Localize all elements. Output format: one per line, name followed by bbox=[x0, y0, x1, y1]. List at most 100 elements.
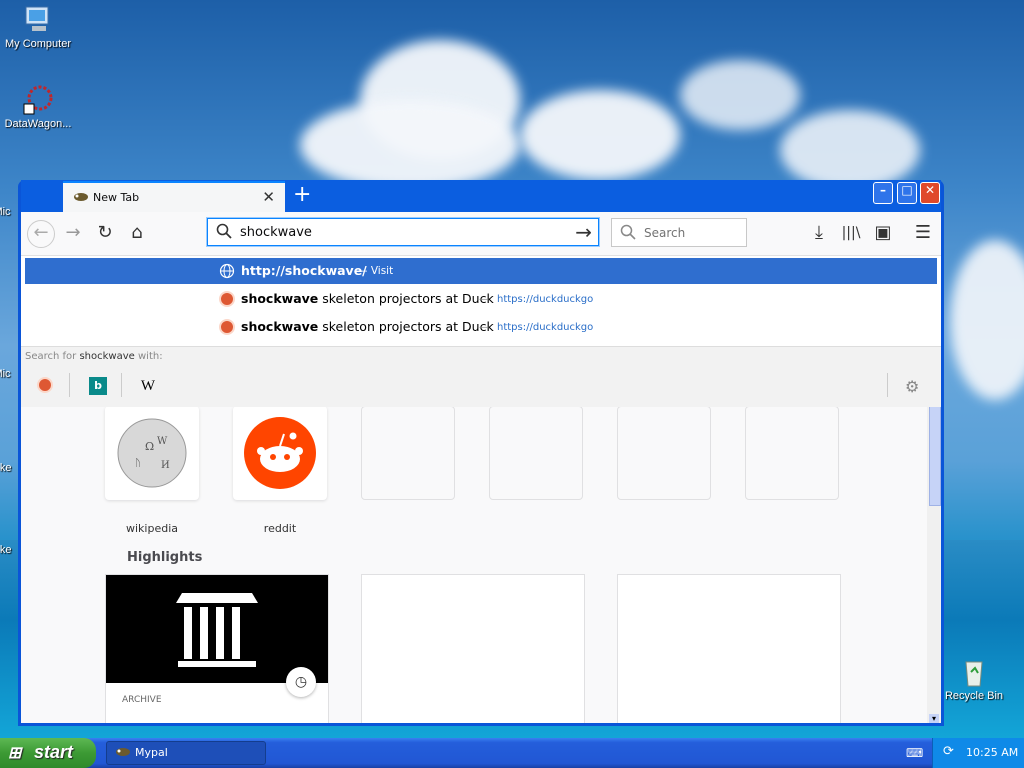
cloud bbox=[300, 100, 520, 190]
top-site-wikipedia[interactable]: ΩW ᚢ И bbox=[105, 406, 199, 500]
highlight-card-empty bbox=[617, 574, 841, 723]
app-icon bbox=[0, 172, 18, 204]
cloud bbox=[780, 110, 920, 190]
forward-icon[interactable]: → bbox=[61, 222, 85, 246]
separator bbox=[69, 373, 70, 397]
duckduckgo-icon bbox=[219, 291, 235, 307]
highlight-card-empty bbox=[361, 574, 585, 723]
maximize-button[interactable]: □ bbox=[897, 182, 917, 204]
wikipedia-icon[interactable]: W bbox=[139, 377, 157, 395]
autocomplete-row-visit[interactable]: http://shockwave/ — Visit bbox=[25, 258, 937, 284]
autocomplete-title: shockwave skeleton projectors at Duck bbox=[241, 291, 494, 306]
cloud bbox=[680, 60, 800, 130]
windows-logo-icon: ⊞ bbox=[8, 745, 22, 762]
recycle-bin-icon bbox=[958, 656, 990, 688]
taskbar: ⊞ start Mypal ⌨ ⟳ 10:25 AM bbox=[0, 738, 1024, 768]
back-icon[interactable]: ← bbox=[27, 220, 55, 248]
scrollbar-thumb[interactable] bbox=[929, 406, 941, 506]
tab-title: New Tab bbox=[93, 191, 140, 204]
browser-content: ← → ↻ ⌂ shockwave → Search ⤓ |||\ ▣ ☰ ht… bbox=[21, 212, 941, 723]
autocomplete-result-url: https://duckduckgo bbox=[497, 322, 594, 333]
search-icon bbox=[620, 224, 636, 243]
browser-window: New Tab ✕ + – □ ✕ ← → ↻ ⌂ shockwave → Se… bbox=[18, 180, 944, 726]
desktop-icon-recycle-bin[interactable]: Recycle Bin bbox=[934, 656, 1014, 702]
download-icon[interactable]: ⤓ bbox=[807, 222, 831, 246]
autocomplete-row-search-2[interactable]: shockwave skeleton projectors at Duck — … bbox=[25, 314, 937, 340]
url-autocomplete-popup: http://shockwave/ — Visit shockwave skel… bbox=[21, 256, 941, 407]
library-icon[interactable]: |||\ bbox=[839, 222, 863, 246]
tab-bar: New Tab ✕ + – □ ✕ bbox=[21, 180, 941, 212]
minimize-button[interactable]: – bbox=[873, 182, 893, 204]
autocomplete-url: http://shockwave/ bbox=[241, 263, 367, 278]
top-site-empty bbox=[361, 406, 455, 500]
duckduckgo-icon[interactable] bbox=[37, 377, 53, 393]
new-tab-plus-icon[interactable]: + bbox=[293, 182, 311, 207]
scrollbar[interactable]: ▾ bbox=[927, 406, 941, 723]
url-bar[interactable]: shockwave → bbox=[207, 218, 599, 246]
bing-icon[interactable]: b bbox=[89, 377, 107, 395]
close-window-button[interactable]: ✕ bbox=[920, 182, 940, 204]
app-icon bbox=[0, 428, 18, 460]
gear-icon[interactable]: ⚙ bbox=[905, 377, 923, 396]
duckduckgo-icon bbox=[219, 319, 235, 335]
app-icon bbox=[0, 510, 18, 542]
tab-new-tab[interactable]: New Tab ✕ bbox=[63, 181, 285, 212]
autocomplete-row-search-1[interactable]: shockwave skeleton projectors at Duck — … bbox=[25, 286, 937, 312]
autocomplete-result-url: https://duckduckgo bbox=[497, 294, 594, 305]
network-icon[interactable]: ⟳ bbox=[943, 744, 954, 759]
system-tray: ⟳ 10:25 AM bbox=[932, 738, 1024, 768]
computer-icon bbox=[22, 4, 54, 36]
top-site-label: wikipedia bbox=[125, 522, 178, 535]
start-label: start bbox=[34, 742, 74, 762]
search-box-placeholder: Search bbox=[644, 226, 686, 240]
datawagon-icon bbox=[22, 84, 54, 116]
wikipedia-globe-icon: ΩW ᚢ И bbox=[105, 418, 199, 503]
svg-text:Ω: Ω bbox=[145, 440, 154, 453]
cloud bbox=[950, 240, 1024, 400]
start-button[interactable]: ⊞ start bbox=[0, 738, 96, 768]
sidebar-icon[interactable]: ▣ bbox=[871, 222, 895, 246]
clock-icon: ◷ bbox=[286, 667, 316, 697]
nav-toolbar: ← → ↻ ⌂ shockwave → Search ⤓ |||\ ▣ ☰ bbox=[21, 212, 941, 256]
svg-text:W: W bbox=[157, 436, 168, 447]
desktop-icon-label: Recycle Bin bbox=[944, 690, 1004, 702]
one-off-search-bar: Search for shockwave with: b W ⚙ bbox=[21, 346, 941, 407]
archive-building-icon bbox=[176, 593, 258, 667]
autocomplete-visit-label: — Visit bbox=[357, 265, 394, 277]
clock: 10:25 AM bbox=[966, 746, 1019, 759]
mypal-icon bbox=[73, 191, 88, 203]
search-icon bbox=[216, 223, 232, 242]
cloud bbox=[520, 90, 680, 180]
desktop-icon-label: DataWagon... bbox=[4, 118, 72, 130]
taskbar-item-label: Mypal bbox=[135, 746, 168, 759]
svg-text:ᚢ: ᚢ bbox=[135, 458, 141, 469]
separator bbox=[887, 373, 888, 397]
autocomplete-dash: — bbox=[479, 294, 489, 305]
tab-close-icon[interactable]: ✕ bbox=[262, 188, 275, 206]
autocomplete-dash: — bbox=[479, 322, 489, 333]
highlight-card-label: ARCHIVE bbox=[122, 695, 162, 705]
top-site-reddit[interactable] bbox=[233, 406, 327, 500]
home-icon[interactable]: ⌂ bbox=[125, 222, 149, 246]
app-icon bbox=[0, 334, 18, 366]
svg-text:И: И bbox=[161, 460, 170, 471]
desktop-icon-datawagon[interactable]: DataWagon... bbox=[0, 84, 78, 130]
highlights-title: Highlights bbox=[127, 550, 203, 565]
menu-icon[interactable]: ☰ bbox=[911, 222, 935, 246]
keyboard-icon[interactable]: ⌨ bbox=[906, 746, 923, 760]
top-site-empty bbox=[489, 406, 583, 500]
url-bar-value[interactable]: shockwave bbox=[240, 225, 312, 240]
taskbar-item-mypal[interactable]: Mypal bbox=[106, 741, 266, 765]
reload-icon[interactable]: ↻ bbox=[93, 222, 117, 246]
reddit-icon bbox=[233, 417, 327, 503]
desktop-icon-my-computer[interactable]: My Computer bbox=[0, 4, 78, 50]
scroll-down-icon[interactable]: ▾ bbox=[929, 714, 939, 723]
separator bbox=[121, 373, 122, 397]
autocomplete-title: shockwave skeleton projectors at Duck bbox=[241, 319, 494, 334]
archive-thumbnail bbox=[106, 575, 328, 683]
search-for-label: Search for shockwave with: bbox=[25, 351, 163, 362]
go-arrow-icon[interactable]: → bbox=[575, 220, 592, 244]
top-site-empty bbox=[745, 406, 839, 500]
search-box[interactable]: Search bbox=[611, 218, 747, 247]
highlight-card-archive[interactable]: ◷ ARCHIVE bbox=[105, 574, 329, 723]
